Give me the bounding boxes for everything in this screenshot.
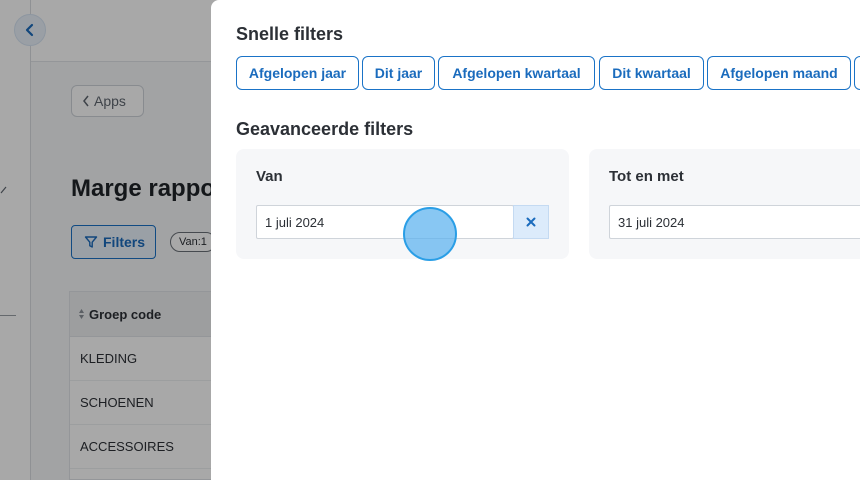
to-date-card: Tot en met: [589, 149, 860, 259]
quick-filter-last-year[interactable]: Afgelopen jaar: [236, 56, 359, 90]
advanced-filters-title: Geavanceerde filters: [236, 119, 414, 139]
from-date-input[interactable]: [256, 205, 514, 239]
click-indicator: [403, 207, 457, 261]
from-date-label: Van: [256, 168, 283, 185]
quick-filter-last-month[interactable]: Afgelopen maand: [707, 56, 851, 90]
from-date-card: Van: [236, 149, 569, 259]
quick-filters-title: Snelle filters: [236, 24, 344, 44]
to-date-label: Tot en met: [609, 168, 684, 185]
quick-filter-this-year[interactable]: Dit jaar: [362, 56, 435, 90]
filter-drawer: Snelle filters Afgelopen jaar Dit jaar A…: [211, 0, 860, 480]
quick-filter-this-quarter[interactable]: Dit kwartaal: [599, 56, 704, 90]
quick-filter-more[interactable]: [854, 56, 860, 90]
to-date-input[interactable]: [609, 205, 860, 239]
quick-filter-last-quarter[interactable]: Afgelopen kwartaal: [438, 56, 595, 90]
clear-from-date-button[interactable]: [513, 205, 549, 239]
clear-x-icon: [526, 217, 536, 227]
